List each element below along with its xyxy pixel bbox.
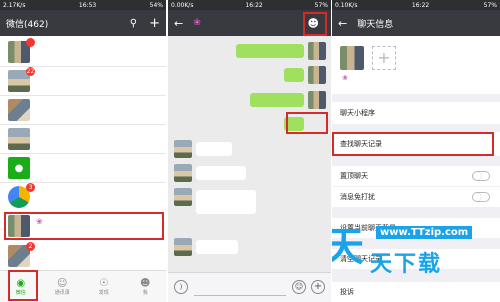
nav-tab-discover[interactable]: ☉ 发现 bbox=[83, 271, 125, 302]
clock: 16:53 bbox=[78, 1, 97, 9]
search-icon[interactable]: ⚲ bbox=[130, 18, 137, 29]
avatar bbox=[8, 99, 30, 121]
battery-level: 54% bbox=[149, 1, 163, 9]
chat-background-cell[interactable]: 设置当前聊天背景 bbox=[332, 218, 500, 238]
pin-chat-toggle[interactable] bbox=[472, 171, 490, 181]
avatar bbox=[174, 188, 192, 206]
nav-label: 通讯录 bbox=[54, 289, 70, 296]
back-arrow-icon[interactable]: ← bbox=[338, 17, 347, 30]
cell-label: 设置当前聊天背景 bbox=[340, 224, 396, 232]
nav-label: 发现 bbox=[98, 289, 109, 296]
bow-emoji-icon: ❀ bbox=[342, 74, 348, 82]
contacts-icon: ☺ bbox=[57, 277, 68, 289]
avatar bbox=[8, 128, 30, 150]
bow-emoji-icon: ❀ bbox=[193, 18, 201, 28]
list-item[interactable] bbox=[0, 38, 166, 66]
cell-label: 投诉 bbox=[340, 288, 354, 296]
cell-label: 聊天小程序 bbox=[340, 109, 375, 117]
battery-level: 57% bbox=[483, 1, 497, 9]
highlight-box bbox=[8, 270, 38, 301]
cell-label: 清空聊天记录 bbox=[340, 255, 382, 263]
panel-separator bbox=[331, 0, 332, 302]
compass-icon: ☉ bbox=[99, 277, 109, 289]
highlight-box bbox=[332, 132, 494, 156]
chat-list-screen: 2.17K/s 16:53 54% 微信(462) ⚲ + 22 ● 3 ❀ 2… bbox=[0, 0, 166, 302]
wechat-pay-icon: ● bbox=[8, 157, 30, 179]
avatar[interactable] bbox=[340, 46, 364, 70]
app-header: 微信(462) ⚲ + bbox=[0, 10, 166, 36]
mini-program-cell[interactable]: 聊天小程序 bbox=[332, 102, 500, 124]
cell-label: 置顶聊天 bbox=[340, 172, 368, 180]
mute-notifications-cell[interactable]: 消息免打扰 bbox=[332, 187, 500, 207]
unread-badge: 2 bbox=[26, 242, 35, 251]
list-item[interactable] bbox=[0, 125, 166, 153]
sent-message bbox=[250, 93, 304, 107]
app-title: 微信(462) bbox=[6, 19, 49, 30]
nav-label: 我 bbox=[142, 289, 148, 296]
plus-icon[interactable]: + bbox=[149, 16, 160, 31]
list-item[interactable]: 3 bbox=[0, 183, 166, 211]
status-bar: 0.10K/s 16:22 57% bbox=[332, 0, 500, 10]
plus-icon[interactable]: + bbox=[311, 280, 325, 294]
emoji-icon[interactable]: ☺ bbox=[292, 280, 306, 294]
nav-tab-me[interactable]: ☻ 我 bbox=[125, 271, 167, 302]
highlight-box bbox=[4, 212, 164, 240]
voice-icon[interactable]: ) bbox=[174, 280, 188, 294]
list-item[interactable]: 22 bbox=[0, 67, 166, 95]
highlight-box bbox=[286, 112, 328, 134]
received-message bbox=[196, 190, 256, 214]
clock: 16:22 bbox=[245, 1, 263, 9]
clear-chat-records-cell[interactable]: 清空聊天记录 bbox=[332, 249, 500, 269]
page-title: 聊天信息 bbox=[357, 19, 394, 30]
message-input[interactable] bbox=[194, 279, 286, 296]
back-arrow-icon[interactable]: ← bbox=[174, 17, 183, 30]
network-speed: 0.10K/s bbox=[335, 1, 358, 9]
sent-message bbox=[236, 44, 304, 58]
report-cell[interactable]: 投诉 bbox=[332, 282, 500, 302]
avatar bbox=[308, 66, 326, 84]
list-item[interactable]: 2 bbox=[0, 242, 166, 270]
panel-separator bbox=[166, 0, 168, 302]
pin-chat-cell[interactable]: 置顶聊天 bbox=[332, 166, 500, 186]
input-bar: ) ☺ + bbox=[168, 272, 331, 302]
add-member-button[interactable]: + bbox=[372, 46, 396, 70]
avatar bbox=[308, 91, 326, 109]
battery-level: 57% bbox=[314, 1, 328, 9]
unread-badge bbox=[26, 38, 35, 47]
members-section: ❀ + bbox=[332, 36, 500, 94]
received-message bbox=[196, 142, 232, 156]
unread-badge: 22 bbox=[26, 67, 35, 76]
nav-tab-contacts[interactable]: ☺ 通讯录 bbox=[42, 271, 84, 302]
cell-label: 消息免打扰 bbox=[340, 193, 375, 201]
avatar bbox=[308, 42, 326, 60]
sent-message bbox=[284, 68, 304, 82]
person-icon: ☻ bbox=[140, 277, 151, 289]
status-bar: 0.00K/s 16:22 57% bbox=[168, 0, 331, 10]
avatar bbox=[174, 238, 192, 256]
status-bar: 2.17K/s 16:53 54% bbox=[0, 0, 166, 10]
network-speed: 0.00K/s bbox=[171, 1, 194, 9]
conversation-screen: 0.00K/s 16:22 57% ← ❀ ☻ ) ☺ + bbox=[168, 0, 331, 302]
highlight-box bbox=[303, 12, 327, 36]
mute-toggle[interactable] bbox=[472, 192, 490, 202]
received-message bbox=[196, 240, 238, 254]
list-item[interactable] bbox=[0, 96, 166, 124]
received-message bbox=[196, 166, 246, 180]
network-speed: 2.17K/s bbox=[3, 1, 26, 9]
unread-badge: 3 bbox=[26, 183, 35, 192]
clock: 16:22 bbox=[411, 1, 430, 9]
avatar bbox=[174, 140, 192, 158]
list-item[interactable]: ● bbox=[0, 154, 166, 182]
chat-info-screen: 0.10K/s 16:22 57% ← 聊天信息 ❀ + 聊天小程序 查找聊天记… bbox=[332, 0, 500, 302]
chat-info-header: ← 聊天信息 bbox=[332, 10, 500, 36]
avatar bbox=[174, 164, 192, 182]
